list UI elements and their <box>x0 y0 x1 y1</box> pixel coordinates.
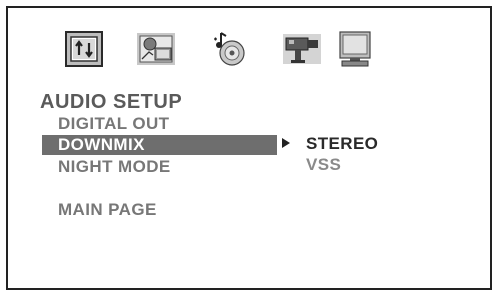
video-setup-icon[interactable] <box>137 31 175 67</box>
option-vss[interactable]: VSS <box>306 155 341 175</box>
general-setup-icon[interactable] <box>65 31 103 67</box>
menu-item-downmix[interactable]: DOWNMIX <box>42 135 277 155</box>
menu-title: AUDIO SETUP <box>40 91 183 113</box>
main-page-link[interactable]: MAIN PAGE <box>42 200 157 220</box>
option-stereo[interactable]: STEREO <box>306 134 378 154</box>
audio-setup-icon[interactable] <box>211 31 249 67</box>
menu-item-night-mode[interactable]: NIGHT MODE <box>42 157 171 177</box>
monitor-icon[interactable] <box>336 31 374 67</box>
menu-item-digital-out[interactable]: DIGITAL OUT <box>42 114 169 134</box>
preference-icon[interactable] <box>283 31 321 67</box>
submenu-arrow-icon <box>282 138 290 148</box>
